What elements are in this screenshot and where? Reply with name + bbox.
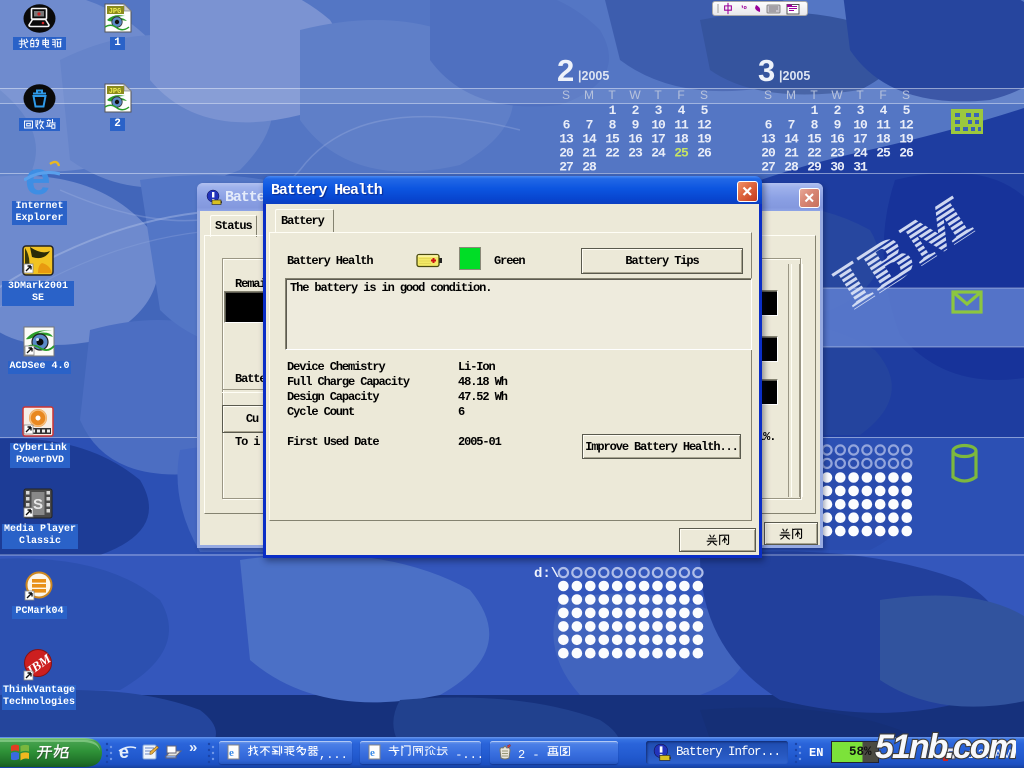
svg-text:5: 5: [903, 103, 911, 118]
svg-text:2: 2: [834, 103, 842, 118]
svg-text:19: 19: [697, 132, 712, 147]
svg-text:20: 20: [559, 146, 574, 161]
svg-text:18: 18: [674, 132, 689, 147]
svg-text:16: 16: [628, 132, 643, 147]
svg-text:|2005: |2005: [578, 69, 609, 83]
svg-text:10: 10: [853, 118, 868, 133]
svg-text:14: 14: [784, 132, 799, 147]
svg-text:28: 28: [784, 160, 799, 175]
svg-text:14: 14: [582, 132, 597, 147]
svg-text:9: 9: [834, 118, 842, 133]
svg-text:51nb.com: 51nb.com: [875, 729, 1016, 766]
svg-text:|2005: |2005: [779, 69, 810, 83]
svg-text:4: 4: [880, 103, 888, 118]
svg-text:T: T: [810, 88, 818, 102]
svg-text:S: S: [764, 88, 772, 102]
svg-text:24: 24: [853, 146, 868, 161]
svg-text:e: e: [370, 747, 375, 759]
svg-text:S: S: [902, 88, 910, 102]
svg-text:28: 28: [582, 160, 597, 175]
svg-text:10: 10: [651, 118, 666, 133]
svg-text:23: 23: [628, 146, 643, 161]
svg-text:2: 2: [557, 53, 574, 88]
svg-text:d:\: d:\: [534, 566, 559, 582]
svg-text:13: 13: [559, 132, 574, 147]
svg-text:9: 9: [632, 118, 640, 133]
svg-text:8: 8: [609, 118, 617, 133]
svg-text:JPG: JPG: [109, 88, 122, 96]
svg-text:S: S: [700, 88, 708, 102]
svg-text:T: T: [654, 88, 662, 102]
svg-text:20: 20: [761, 146, 776, 161]
svg-text:21: 21: [784, 146, 799, 161]
svg-text:2: 2: [632, 103, 640, 118]
svg-text:e: e: [229, 747, 234, 759]
svg-text:7: 7: [586, 118, 593, 133]
svg-text:T: T: [608, 88, 616, 102]
svg-text:e: e: [119, 742, 129, 762]
svg-text:21: 21: [582, 146, 597, 161]
svg-text:S: S: [562, 88, 570, 102]
svg-text:5: 5: [701, 103, 709, 118]
svg-text:25: 25: [876, 146, 891, 161]
svg-text:6: 6: [765, 118, 773, 133]
svg-text:30: 30: [830, 160, 845, 175]
svg-text:4: 4: [678, 103, 686, 118]
svg-text:W: W: [629, 88, 641, 102]
svg-text:27: 27: [559, 160, 573, 175]
svg-text:M: M: [786, 88, 796, 102]
svg-text:11: 11: [674, 118, 689, 133]
svg-text:1: 1: [811, 103, 819, 118]
svg-text:19: 19: [899, 132, 914, 147]
svg-text:22: 22: [807, 146, 822, 161]
svg-text:3: 3: [758, 53, 775, 88]
svg-text:F: F: [677, 88, 684, 102]
svg-text:26: 26: [697, 146, 712, 161]
svg-text:18: 18: [876, 132, 891, 147]
svg-text:3: 3: [655, 103, 663, 118]
svg-text:’º: ’º: [741, 4, 748, 14]
svg-text:29: 29: [807, 160, 822, 175]
svg-text:8: 8: [811, 118, 819, 133]
svg-text:W: W: [831, 88, 843, 102]
svg-text:11: 11: [876, 118, 891, 133]
svg-text:31: 31: [853, 160, 868, 175]
svg-text:23: 23: [830, 146, 845, 161]
svg-text:26: 26: [899, 146, 914, 161]
svg-text:24: 24: [651, 146, 666, 161]
svg-text:13: 13: [761, 132, 776, 147]
svg-text:3: 3: [857, 103, 865, 118]
svg-text:7: 7: [788, 118, 795, 133]
svg-text:JPG: JPG: [109, 8, 122, 16]
svg-text:17: 17: [651, 132, 665, 147]
svg-text:16: 16: [830, 132, 845, 147]
svg-text:15: 15: [807, 132, 822, 147]
svg-text:1: 1: [609, 103, 617, 118]
svg-text:S: S: [33, 496, 43, 513]
svg-text:27: 27: [761, 160, 775, 175]
svg-text:17: 17: [853, 132, 867, 147]
svg-text:15: 15: [605, 132, 620, 147]
svg-text:M: M: [584, 88, 594, 102]
svg-text:25: 25: [674, 146, 689, 161]
svg-text:T: T: [856, 88, 864, 102]
svg-text:F: F: [879, 88, 886, 102]
svg-text:6: 6: [563, 118, 571, 133]
svg-text:12: 12: [899, 118, 914, 133]
svg-text:12: 12: [697, 118, 712, 133]
svg-text:22: 22: [605, 146, 620, 161]
